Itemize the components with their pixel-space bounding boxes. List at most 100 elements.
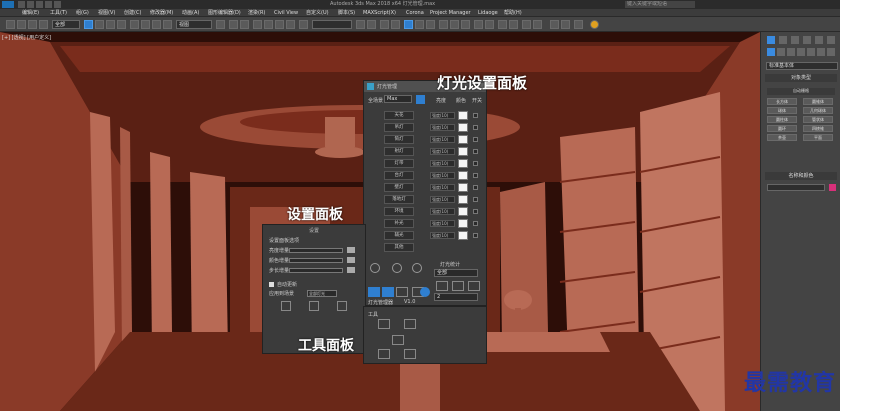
light-toggle-checkbox[interactable] (473, 197, 478, 202)
apply-scene-select[interactable]: 全部灯光 (307, 290, 337, 297)
menu-views[interactable]: 视图(V) (98, 9, 115, 17)
plugin-settings-icon[interactable] (533, 20, 542, 29)
schematic-view-icon[interactable] (415, 20, 424, 29)
light-color-swatch[interactable] (458, 219, 468, 228)
angle-snap-icon[interactable] (264, 20, 273, 29)
settings-edit-icon[interactable] (347, 257, 355, 263)
light-group-button[interactable]: 天花 (384, 111, 414, 120)
light-group-button[interactable]: 灯带 (384, 159, 414, 168)
scale-icon[interactable] (152, 20, 161, 29)
intensity-input[interactable]: 强度(10) (430, 220, 455, 227)
light-color-swatch[interactable] (458, 183, 468, 192)
menu-modifiers[interactable]: 修改器(M) (150, 9, 173, 17)
extra-tool-2-icon[interactable] (561, 20, 570, 29)
corona-interactive-icon[interactable] (509, 20, 518, 29)
unlink-icon[interactable] (28, 20, 37, 29)
menu-tools[interactable]: 工具(T) (50, 9, 67, 17)
light-group-button[interactable]: 其他 (384, 243, 414, 252)
light-toggle-checkbox[interactable] (473, 161, 478, 166)
name-color-rollout-title[interactable]: 名称和颜色 (765, 172, 837, 180)
sync-icon[interactable] (412, 263, 422, 273)
intensity-input[interactable]: 强度(10) (430, 160, 455, 167)
move-icon[interactable] (130, 20, 139, 29)
layer-manager-icon[interactable] (380, 20, 389, 29)
tool-place-icon[interactable] (378, 349, 390, 359)
menu-rendering[interactable]: 渲染(R) (248, 9, 265, 17)
light-color-swatch[interactable] (458, 147, 468, 156)
tool-link-icon[interactable] (392, 335, 404, 345)
snap-toggle-icon[interactable] (253, 20, 262, 29)
download-icon[interactable] (309, 301, 319, 311)
modify-tab-icon[interactable] (779, 36, 787, 44)
intensity-input[interactable]: 强度(10) (430, 208, 455, 215)
lights-icon[interactable] (787, 48, 795, 56)
corona-vfb-icon[interactable] (485, 20, 494, 29)
intensity-input[interactable]: 强度(10) (430, 136, 455, 143)
light-color-swatch[interactable] (458, 231, 468, 240)
light-color-swatch[interactable] (458, 159, 468, 168)
light-group-button[interactable]: 吊灯 (384, 123, 414, 132)
systems-icon[interactable] (827, 48, 835, 56)
percent-snap-icon[interactable] (275, 20, 284, 29)
intensity-input[interactable]: 强度(10) (430, 184, 455, 191)
reference-coordinate-select[interactable]: 视图 (176, 20, 212, 29)
light-group-button[interactable]: 台灯 (384, 171, 414, 180)
light-group-button[interactable]: 环境 (384, 207, 414, 216)
menu-animation[interactable]: 动画(A) (182, 9, 199, 17)
undo-icon[interactable] (45, 1, 52, 8)
light-toggle-checkbox[interactable] (473, 185, 478, 190)
light-stats-select[interactable]: 全部 (434, 269, 478, 277)
menu-customize[interactable]: 自定义(U) (306, 9, 329, 17)
menu-maxscript[interactable]: MAXScript(X) (363, 9, 396, 17)
redo-icon[interactable] (54, 1, 61, 8)
scene-explorer-icon[interactable] (391, 20, 400, 29)
new-file-icon[interactable] (18, 1, 25, 8)
light-group-button[interactable]: 辅光 (384, 231, 414, 240)
light-group-button[interactable]: 射灯 (384, 147, 414, 156)
menu-group[interactable]: 组(G) (76, 9, 89, 17)
search-input[interactable]: 键入关键字或短语 (625, 1, 695, 8)
menu-project-manager[interactable]: Project Manager (430, 9, 471, 17)
hierarchy-tab-icon[interactable] (791, 36, 799, 44)
spinner-snap-icon[interactable] (286, 20, 295, 29)
color-step-slider[interactable] (289, 258, 343, 263)
open-file-icon[interactable] (27, 1, 34, 8)
paste-icon[interactable] (468, 281, 480, 291)
light-color-swatch[interactable] (458, 123, 468, 132)
light-group-button[interactable]: 壁灯 (384, 183, 414, 192)
group-lights-icon[interactable] (382, 287, 394, 297)
bind-icon[interactable] (39, 20, 48, 29)
intensity-input[interactable]: 强度(10) (430, 124, 455, 131)
cylinder-button[interactable]: 圆柱体 (767, 116, 797, 123)
light-group-button[interactable]: 筒灯 (384, 135, 414, 144)
plane-button[interactable]: 平面 (803, 134, 833, 141)
align-icon[interactable] (367, 20, 376, 29)
plugin-icon[interactable] (522, 20, 531, 29)
render-icon[interactable] (461, 20, 470, 29)
edit-icon[interactable] (436, 281, 448, 291)
menu-graph-editors[interactable]: 图形编辑器(D) (208, 9, 241, 17)
named-selection-icon[interactable] (299, 20, 308, 29)
space-warps-icon[interactable] (817, 48, 825, 56)
brightness-step-slider[interactable] (289, 248, 343, 253)
teapot-button[interactable]: 茶壶 (767, 134, 797, 141)
display-tab-icon[interactable] (815, 36, 823, 44)
select-manipulate-icon[interactable] (229, 20, 238, 29)
light-toggle-checkbox[interactable] (473, 209, 478, 214)
tool-align-icon[interactable] (378, 319, 390, 329)
extra-tool-3-icon[interactable] (574, 20, 583, 29)
render-setup-icon[interactable] (439, 20, 448, 29)
save-file-icon[interactable] (36, 1, 43, 8)
material-editor-icon[interactable] (426, 20, 435, 29)
object-type-rollout-title[interactable]: 对象类型 (765, 74, 837, 82)
named-selection-set-select[interactable] (312, 20, 352, 29)
select-by-name-icon[interactable] (95, 20, 104, 29)
import-icon[interactable] (281, 301, 291, 311)
cameras-icon[interactable] (797, 48, 805, 56)
menu-civil-view[interactable]: Civil View (274, 9, 298, 17)
box-button[interactable]: 长方体 (767, 98, 797, 105)
settings-edit-icon[interactable] (347, 247, 355, 253)
link-icon[interactable] (17, 20, 26, 29)
light-color-swatch[interactable] (458, 171, 468, 180)
cone-button[interactable]: 圆锥体 (803, 98, 833, 105)
